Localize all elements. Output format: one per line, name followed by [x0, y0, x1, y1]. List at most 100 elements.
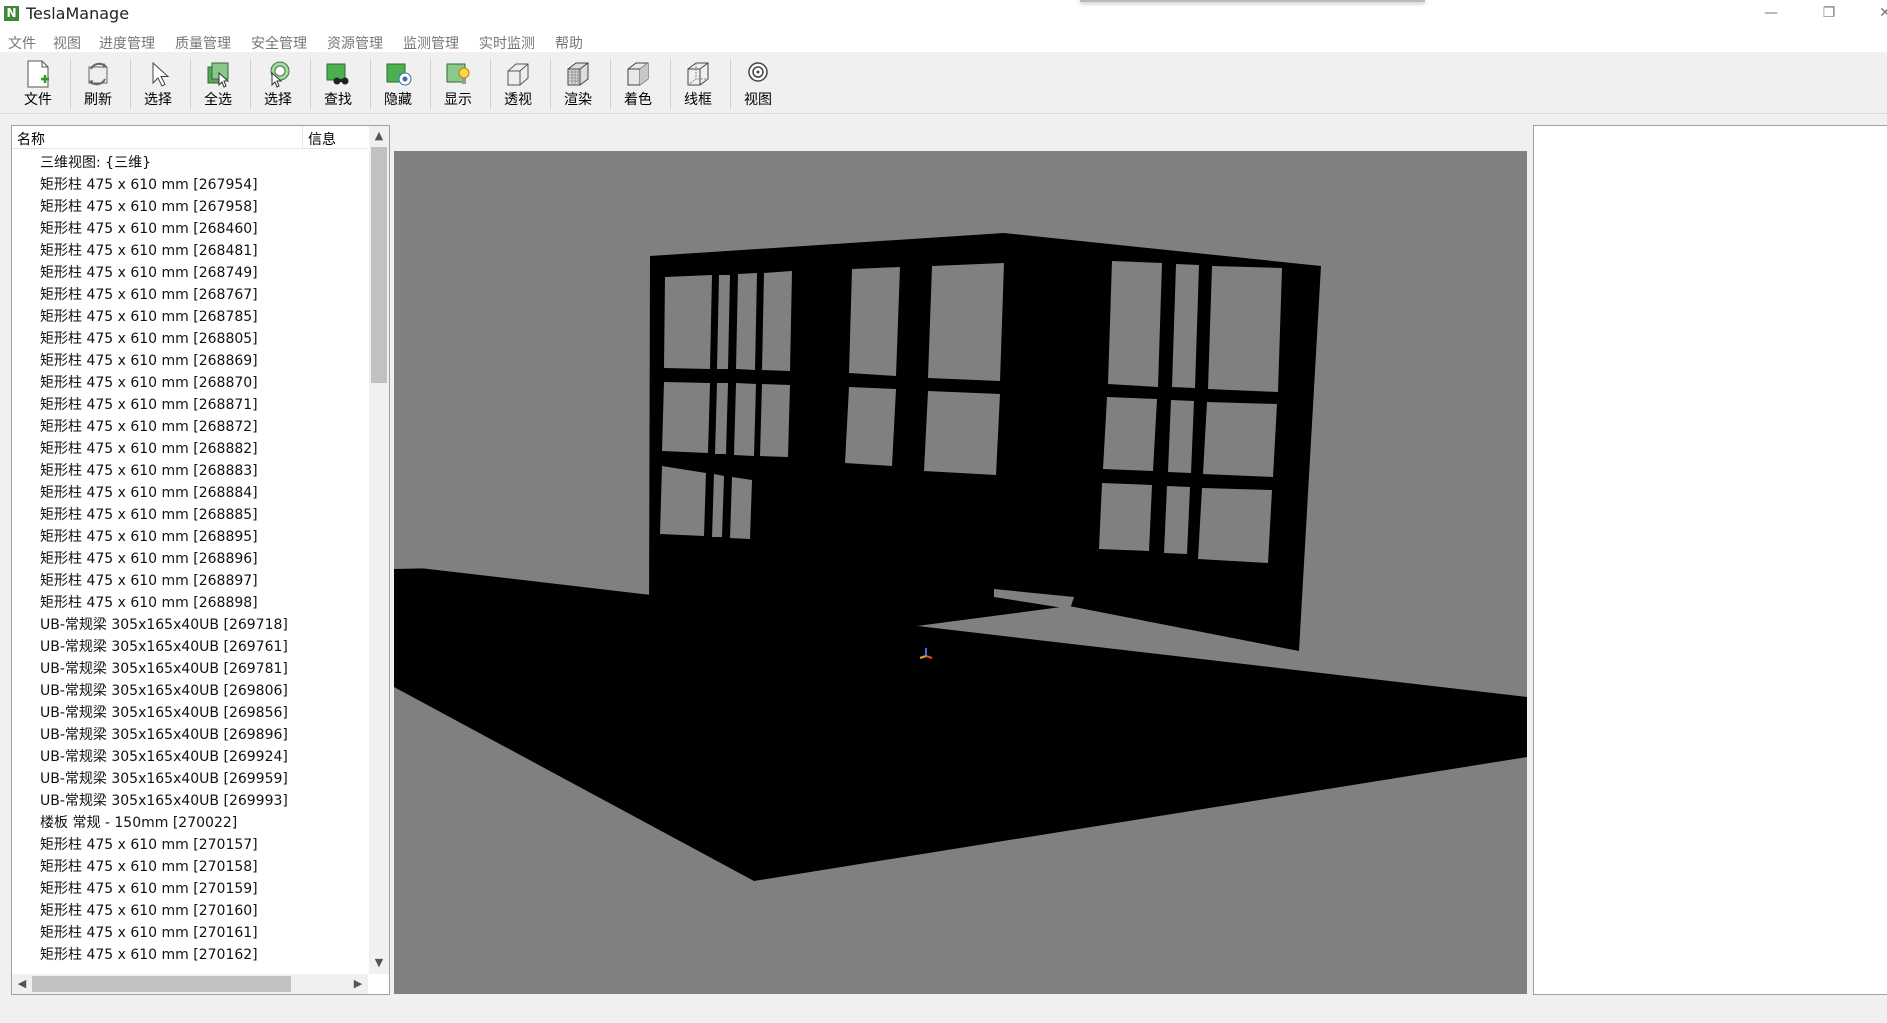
window-opening — [1198, 488, 1272, 563]
tree-item[interactable]: UB-常规梁 305x165x40UB [269761] — [12, 636, 368, 658]
tree-item[interactable]: UB-常规梁 305x165x40UB [269781] — [12, 658, 368, 680]
shading-icon — [623, 59, 653, 89]
menu-help[interactable]: 帮助 — [555, 33, 583, 53]
menu-quality[interactable]: 质量管理 — [175, 33, 231, 53]
tree-item-3d-view[interactable]: 三维视图: {三维} — [12, 152, 368, 174]
window-opening — [717, 275, 730, 369]
tree-item[interactable]: 矩形柱 475 x 610 mm [270159] — [12, 878, 368, 900]
scroll-right-arrow-icon[interactable]: ▶ — [348, 977, 368, 990]
vertical-scrollbar[interactable]: ▲ ▼ — [369, 126, 389, 974]
show-label: 显示 — [444, 92, 472, 108]
column-header-name[interactable]: 名称 — [17, 129, 45, 149]
tree-item[interactable]: 矩形柱 475 x 610 mm [268767] — [12, 284, 368, 306]
refresh-label: 刷新 — [84, 92, 112, 108]
tree-item[interactable]: 矩形柱 475 x 610 mm [268869] — [12, 350, 368, 372]
tree-item[interactable]: 矩形柱 475 x 610 mm [268897] — [12, 570, 368, 592]
menu-view[interactable]: 视图 — [53, 33, 81, 53]
tree-item[interactable]: 矩形柱 475 x 610 mm [270160] — [12, 900, 368, 922]
tree-item[interactable]: UB-常规梁 305x165x40UB [269924] — [12, 746, 368, 768]
tree-item[interactable]: UB-常规梁 305x165x40UB [269896] — [12, 724, 368, 746]
window-opening — [664, 275, 712, 369]
tree-item[interactable]: 矩形柱 475 x 610 mm [268895] — [12, 526, 368, 548]
wireframe-button[interactable]: 线框 — [670, 55, 726, 111]
window-opening — [734, 383, 756, 456]
tree-list: 三维视图: {三维} 矩形柱 475 x 610 mm [267954] 矩形柱 4… — [12, 152, 368, 970]
find-button[interactable]: 查找 — [310, 55, 366, 111]
menu-realtime[interactable]: 实时监测 — [479, 33, 535, 53]
tree-item[interactable]: UB-常规梁 305x165x40UB [269718] — [12, 614, 368, 636]
tree-item[interactable]: 楼板 常规 - 150mm [270022] — [12, 812, 368, 834]
select-button[interactable]: 选择 — [250, 55, 306, 111]
tree-item[interactable]: UB-常规梁 305x165x40UB [269856] — [12, 702, 368, 724]
window-opening — [1172, 264, 1199, 388]
menu-safety[interactable]: 安全管理 — [251, 33, 307, 53]
tree-item[interactable]: UB-常规梁 305x165x40UB [269993] — [12, 790, 368, 812]
window-opening — [736, 273, 757, 370]
view-button[interactable]: 视图 — [730, 55, 786, 111]
render-label: 渲染 — [564, 92, 592, 108]
tree-item[interactable]: 矩形柱 475 x 610 mm [268870] — [12, 372, 368, 394]
tree-item[interactable]: 矩形柱 475 x 610 mm [270157] — [12, 834, 368, 856]
horizontal-scroll-thumb[interactable] — [32, 976, 291, 992]
tree-item[interactable]: 矩形柱 475 x 610 mm [268805] — [12, 328, 368, 350]
hide-label: 隐藏 — [384, 92, 412, 108]
tree-item[interactable]: 矩形柱 475 x 610 mm [268785] — [12, 306, 368, 328]
cursor-icon — [143, 59, 173, 89]
tree-item[interactable]: 矩形柱 475 x 610 mm [268871] — [12, 394, 368, 416]
maximize-button[interactable]: ❐ — [1806, 0, 1852, 28]
menu-bar: 文件 视图 进度管理 质量管理 安全管理 资源管理 监测管理 实时监测 帮助 — [0, 28, 1887, 52]
tree-item[interactable]: 矩形柱 475 x 610 mm [268749] — [12, 262, 368, 284]
vertical-scroll-thumb[interactable] — [371, 147, 387, 383]
tree-item[interactable]: 矩形柱 475 x 610 mm [270158] — [12, 856, 368, 878]
tree-item[interactable]: 矩形柱 475 x 610 mm [268896] — [12, 548, 368, 570]
window-opening — [1168, 400, 1194, 473]
render-button[interactable]: 渲染 — [550, 55, 606, 111]
title-popup-edge — [1080, 0, 1425, 2]
column-header-info[interactable]: 信息 — [308, 129, 336, 149]
menu-file[interactable]: 文件 — [8, 33, 36, 53]
tree-item[interactable]: 矩形柱 475 x 610 mm [268481] — [12, 240, 368, 262]
select-all-icon — [203, 59, 233, 89]
minimize-button[interactable]: — — [1748, 0, 1794, 28]
view-icon — [743, 59, 773, 89]
menu-monitor[interactable]: 监测管理 — [403, 33, 459, 53]
refresh-button[interactable]: 刷新 — [70, 55, 126, 111]
tree-item[interactable]: 矩形柱 475 x 610 mm [268898] — [12, 592, 368, 614]
shading-button[interactable]: 着色 — [610, 55, 666, 111]
scroll-left-arrow-icon[interactable]: ◀ — [12, 977, 32, 990]
new-file-button[interactable]: 文件 — [10, 55, 66, 111]
cursor-select-button[interactable]: 选择 — [130, 55, 186, 111]
show-button[interactable]: 显示 — [430, 55, 486, 111]
scroll-up-arrow-icon[interactable]: ▲ — [369, 129, 389, 142]
tree-item[interactable]: UB-常规梁 305x165x40UB [269959] — [12, 768, 368, 790]
tree-item[interactable]: 矩形柱 475 x 610 mm [270161] — [12, 922, 368, 944]
hide-button[interactable]: 隐藏 — [370, 55, 426, 111]
tree-item[interactable]: UB-常规梁 305x165x40UB [269806] — [12, 680, 368, 702]
tree-item[interactable]: 矩形柱 475 x 610 mm [267954] — [12, 174, 368, 196]
window-opening — [715, 383, 728, 454]
horizontal-scrollbar[interactable]: ◀ ▶ — [12, 974, 368, 994]
refresh-icon — [83, 59, 113, 89]
wireframe-label: 线框 — [684, 92, 712, 108]
tree-item[interactable]: 矩形柱 475 x 610 mm [268883] — [12, 460, 368, 482]
3d-viewport[interactable] — [394, 151, 1527, 994]
scroll-down-arrow-icon[interactable]: ▼ — [369, 956, 389, 969]
tree-item[interactable]: 矩形柱 475 x 610 mm [268884] — [12, 482, 368, 504]
ground-left-gap — [394, 564, 638, 569]
tree-item[interactable]: 矩形柱 475 x 610 mm [268885] — [12, 504, 368, 526]
tree-header: 名称 信息 — [12, 126, 368, 149]
shading-label: 着色 — [624, 92, 652, 108]
menu-resource[interactable]: 资源管理 — [327, 33, 383, 53]
tree-item[interactable]: 矩形柱 475 x 610 mm [268460] — [12, 218, 368, 240]
tree-item[interactable]: 矩形柱 475 x 610 mm [268872] — [12, 416, 368, 438]
tree-item[interactable]: 矩形柱 475 x 610 mm [270162] — [12, 944, 368, 966]
select-all-button[interactable]: 全选 — [190, 55, 246, 111]
column-divider[interactable] — [302, 126, 303, 148]
tree-item[interactable]: 矩形柱 475 x 610 mm [267958] — [12, 196, 368, 218]
perspective-button[interactable]: 透视 — [490, 55, 546, 111]
window-opening — [662, 382, 710, 453]
tree-item[interactable]: 矩形柱 475 x 610 mm [268882] — [12, 438, 368, 460]
menu-progress[interactable]: 进度管理 — [99, 33, 155, 53]
close-button[interactable]: ✕ — [1862, 0, 1887, 28]
select-all-label: 全选 — [204, 92, 232, 108]
